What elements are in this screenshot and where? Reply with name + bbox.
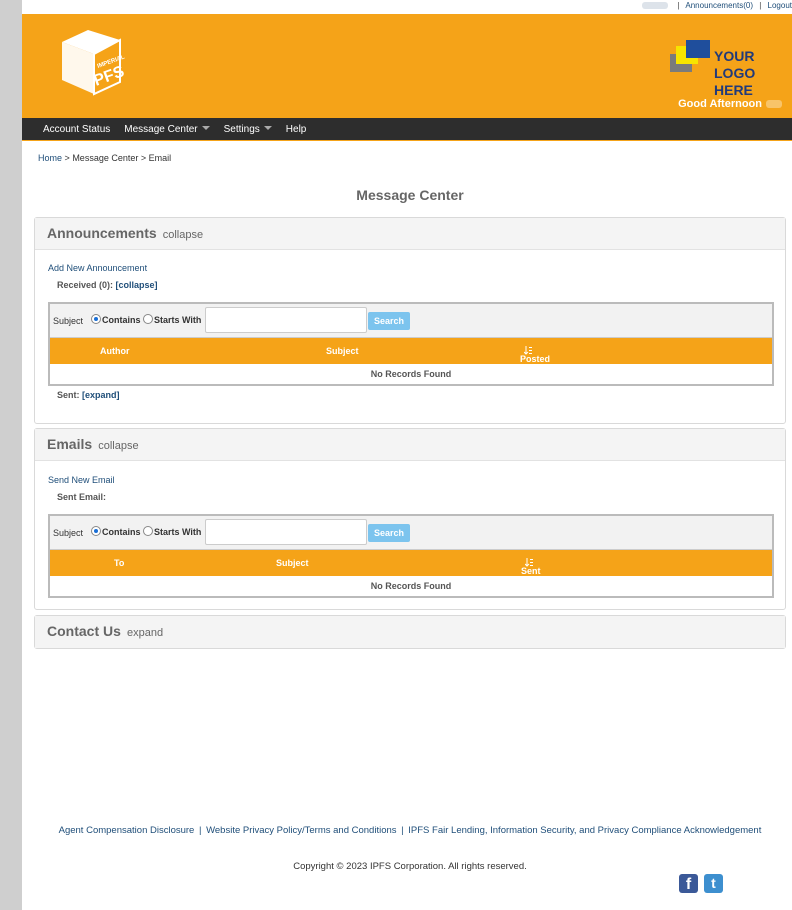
twitter-icon[interactable]: t: [704, 874, 723, 893]
received-label: Received (0): [collapse]: [57, 280, 158, 290]
search-subject-label: Subject: [53, 316, 84, 326]
nav-item-help[interactable]: Help: [279, 118, 314, 141]
announcements-panel: Announcements collapse Add New Announcem…: [34, 217, 786, 424]
column-header-subject[interactable]: Subject: [326, 346, 359, 356]
chevron-down-icon: [201, 126, 210, 130]
copyright: Copyright © 2023 IPFS Corporation. All r…: [293, 861, 527, 872]
column-header-sent[interactable]: Sent: [521, 558, 541, 576]
facebook-icon[interactable]: f: [679, 874, 698, 893]
announcements-search-row: Subject Contains Starts With Search: [50, 304, 772, 338]
emails-title: Emails: [47, 436, 93, 452]
empty-records-row: No Records Found: [370, 369, 452, 379]
fair-lending-link[interactable]: IPFS Fair Lending, Information Security,…: [408, 825, 761, 836]
announcements-panel-header: Announcements collapse: [35, 218, 785, 250]
search-subject-label: Subject: [53, 528, 84, 538]
contains-radio[interactable]: [91, 526, 101, 536]
contains-radio-label: Contains: [102, 527, 141, 537]
sent-label-text: Sent:: [57, 390, 80, 400]
breadcrumb-home[interactable]: Home: [38, 153, 62, 163]
placeholder-logo-mark: [670, 40, 710, 72]
site-header: IMPERIAL PFS YOUR LOGO HERE Good Afterno…: [22, 14, 792, 118]
chevron-down-icon: [263, 126, 272, 130]
sent-expand-toggle[interactable]: [expand]: [82, 390, 120, 400]
announcements-collapse-toggle[interactable]: collapse: [163, 229, 203, 241]
starts-with-radio[interactable]: [143, 526, 153, 536]
add-announcement-link[interactable]: Add New Announcement: [48, 263, 147, 273]
send-new-email-link[interactable]: Send New Email: [48, 475, 115, 485]
column-header-subject[interactable]: Subject: [276, 558, 309, 568]
top-utility-bar: | Announcements(0) | Logout: [22, 0, 792, 14]
page: | Announcements(0) | Logout IMPERIAL PFS…: [22, 0, 792, 910]
footer-links: Agent Compensation Disclosure | Website …: [22, 825, 792, 836]
starts-with-radio[interactable]: [143, 314, 153, 324]
page-title: Message Center: [356, 187, 464, 203]
main-nav: Account Status Message Center Settings Help: [22, 118, 792, 141]
starts-with-radio-label: Starts With: [154, 315, 202, 325]
separator: |: [759, 1, 762, 10]
column-header-posted[interactable]: Posted: [520, 346, 550, 364]
placeholder-logo: YOUR LOGO HERE: [670, 40, 770, 98]
starts-with-radio-label: Starts With: [154, 527, 202, 537]
breadcrumb-sep: >: [64, 153, 70, 163]
breadcrumb-sep: >: [140, 153, 147, 163]
search-button[interactable]: Search: [368, 524, 410, 542]
emails-panel: Emails collapse Send New Email Sent Emai…: [34, 428, 786, 610]
search-input[interactable]: [205, 519, 367, 545]
announcements-link[interactable]: Announcements(0): [685, 1, 753, 10]
received-count-label: Received (0):: [57, 280, 114, 290]
breadcrumb: Home > Message Center > Email: [38, 153, 171, 163]
empty-records-row: No Records Found: [370, 581, 452, 591]
sent-label: Sent: [expand]: [57, 390, 120, 400]
announcements-table-header: Author Subject Posted: [50, 338, 772, 364]
agent-compensation-link[interactable]: Agent Compensation Disclosure: [59, 825, 195, 836]
nav-item-label: Settings: [223, 124, 260, 135]
emails-grid: Subject Contains Starts With Search To S…: [48, 514, 774, 598]
privacy-policy-link[interactable]: Website Privacy Policy/Terms and Conditi…: [206, 825, 396, 836]
nav-item-settings[interactable]: Settings: [217, 118, 279, 141]
placeholder-logo-text: YOUR LOGO HERE: [714, 48, 756, 98]
breadcrumb-email: Email: [148, 153, 172, 163]
search-input[interactable]: [205, 307, 367, 333]
username-redacted: [642, 2, 669, 10]
contains-radio-label: Contains: [102, 315, 141, 325]
emails-search-row: Subject Contains Starts With Search: [50, 516, 772, 550]
contact-title: Contact Us: [47, 623, 121, 639]
contact-panel: Contact Us expand: [34, 615, 786, 649]
emails-collapse-toggle[interactable]: collapse: [98, 440, 138, 452]
emails-panel-header: Emails collapse: [35, 429, 785, 461]
column-header-posted-label: Posted: [520, 354, 551, 364]
contact-expand-toggle[interactable]: expand: [127, 627, 163, 639]
separator: |: [677, 1, 680, 10]
emails-table-header: To Subject Sent: [50, 550, 772, 576]
column-header-sent-label: Sent: [521, 566, 541, 576]
greeting: Good Afternoon: [678, 98, 782, 110]
separator: |: [198, 825, 202, 836]
announcements-title: Announcements: [47, 225, 157, 241]
sent-email-label: Sent Email:: [57, 492, 107, 502]
imperial-pfs-logo[interactable]: IMPERIAL PFS: [58, 28, 130, 100]
breadcrumb-message-center: Message Center: [72, 153, 139, 163]
logout-link[interactable]: Logout: [768, 1, 792, 10]
separator: |: [401, 825, 404, 836]
nav-item-label: Message Center: [124, 124, 198, 135]
contact-panel-header: Contact Us expand: [35, 616, 785, 648]
received-collapse-toggle[interactable]: [collapse]: [116, 280, 158, 290]
search-button[interactable]: Search: [368, 312, 410, 330]
announcements-grid: Subject Contains Starts With Search Auth…: [48, 302, 774, 386]
greeting-text: Good Afternoon: [678, 98, 762, 110]
column-header-author[interactable]: Author: [100, 346, 130, 356]
nav-item-message-center[interactable]: Message Center: [117, 118, 216, 141]
contains-radio[interactable]: [91, 314, 101, 324]
nav-item-account-status[interactable]: Account Status: [36, 118, 117, 141]
column-header-to[interactable]: To: [114, 558, 124, 568]
user-name-redacted: [766, 100, 782, 109]
